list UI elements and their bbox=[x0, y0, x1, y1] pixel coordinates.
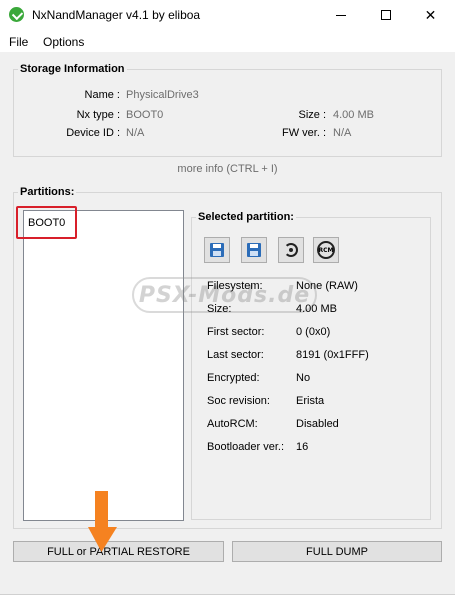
partitions-list[interactable]: BOOT0 bbox=[23, 210, 184, 521]
bootloader-value: 16 bbox=[296, 441, 309, 453]
autorcm-button[interactable]: RCM bbox=[313, 237, 339, 263]
storage-info-title: Storage Information bbox=[18, 63, 127, 75]
dump-options-button[interactable] bbox=[241, 237, 267, 263]
name-value: PhysicalDrive3 bbox=[126, 89, 199, 101]
restore-icon bbox=[284, 243, 298, 257]
more-info-link[interactable]: more info (CTRL + I) bbox=[0, 163, 455, 175]
soc-revision-label: Soc revision: bbox=[207, 395, 270, 407]
fw-ver-label: FW ver. : bbox=[282, 127, 326, 139]
part-size-value: 4.00 MB bbox=[296, 303, 337, 315]
autorcm-value: Disabled bbox=[296, 418, 339, 430]
restore-partition-button[interactable] bbox=[278, 237, 304, 263]
app-icon bbox=[9, 7, 24, 22]
filesystem-label: Filesystem: bbox=[207, 280, 263, 292]
bootloader-label: Bootloader ver.: bbox=[207, 441, 285, 453]
menu-options[interactable]: Options bbox=[43, 35, 84, 49]
soc-revision-value: Erista bbox=[296, 395, 325, 407]
part-size-label: Size: bbox=[207, 303, 232, 315]
menu-bar: File Options bbox=[0, 30, 455, 52]
selected-partition-title: Selected partition: bbox=[196, 211, 296, 223]
minimize-icon bbox=[335, 14, 346, 16]
nx-type-label: Nx type : bbox=[76, 109, 120, 121]
filesystem-value: None (RAW) bbox=[296, 280, 358, 292]
full-partial-restore-button[interactable]: FULL or PARTIAL RESTORE bbox=[13, 541, 224, 562]
maximize-button[interactable] bbox=[363, 0, 408, 30]
dump-options-floppy-icon bbox=[247, 243, 261, 257]
dump-button[interactable] bbox=[204, 237, 230, 263]
device-id-value: N/A bbox=[126, 127, 145, 139]
highlight-annotation bbox=[16, 206, 77, 239]
close-button[interactable]: ✕ bbox=[408, 0, 453, 30]
dump-floppy-icon bbox=[210, 243, 224, 257]
encrypted-value: No bbox=[296, 372, 311, 384]
maximize-icon bbox=[380, 10, 391, 20]
autorcm-label: AutoRCM: bbox=[207, 418, 258, 430]
nx-type-value: BOOT0 bbox=[126, 109, 164, 121]
first-sector-value: 0 (0x0) bbox=[296, 326, 331, 338]
menu-file[interactable]: File bbox=[9, 35, 28, 49]
fw-ver-value: N/A bbox=[333, 127, 352, 139]
device-id-label: Device ID : bbox=[66, 127, 120, 139]
first-sector-label: First sector: bbox=[207, 326, 265, 338]
full-dump-button[interactable]: FULL DUMP bbox=[232, 541, 442, 562]
last-sector-label: Last sector: bbox=[207, 349, 264, 361]
window-title: NxNandManager v4.1 by eliboa bbox=[32, 8, 201, 22]
size-label: Size : bbox=[298, 109, 326, 121]
title-bar: NxNandManager v4.1 by eliboa ✕ bbox=[0, 0, 455, 30]
minimize-button[interactable] bbox=[318, 0, 363, 30]
size-value: 4.00 MB bbox=[333, 109, 374, 121]
last-sector-value: 8191 (0x1FFF) bbox=[296, 349, 369, 361]
encrypted-label: Encrypted: bbox=[207, 372, 260, 384]
close-icon: ✕ bbox=[424, 6, 437, 23]
rcm-icon: RCM bbox=[317, 241, 335, 259]
partitions-title: Partitions: bbox=[18, 186, 77, 198]
name-label: Name : bbox=[84, 89, 120, 101]
arrow-annotation-icon bbox=[88, 491, 117, 552]
